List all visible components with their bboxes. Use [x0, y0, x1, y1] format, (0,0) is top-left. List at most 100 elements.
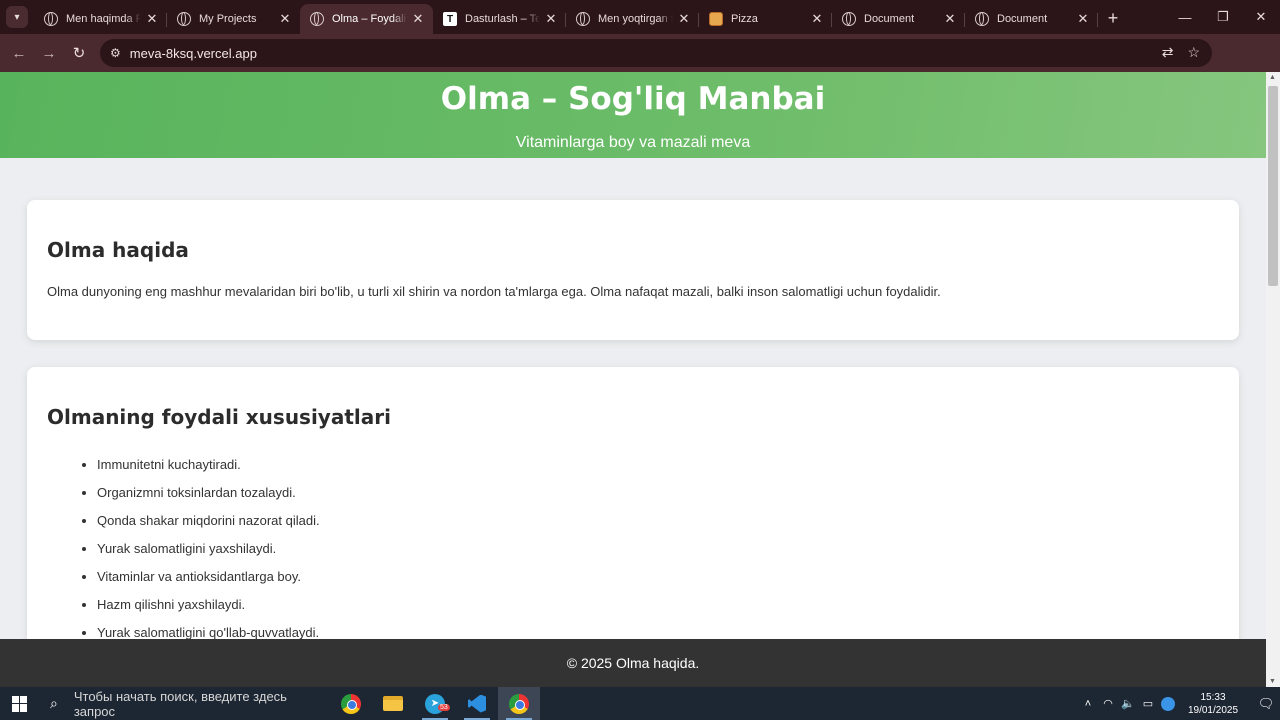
chrome-icon	[341, 693, 361, 714]
globe-icon	[975, 12, 989, 26]
tab-1[interactable]: My Projects ✕	[167, 4, 300, 34]
battery-icon[interactable]: ▭	[1138, 697, 1158, 710]
list-item: Hazm qilishni yaxshilaydi.	[97, 591, 1219, 619]
telegram-badge: 53	[438, 704, 450, 711]
footer-text: © 2025 Olma haqida.	[566, 655, 700, 671]
taskbar-search[interactable]: ⌕ Чтобы начать поиск, введите здесь запр…	[40, 687, 330, 720]
translate-icon[interactable]: ⇄	[1162, 44, 1174, 61]
close-icon[interactable]: ✕	[544, 11, 558, 27]
about-text: Olma dunyoning eng mashhur mevalaridan b…	[47, 284, 941, 299]
tab-0[interactable]: Men haqimda Po ✕	[34, 4, 167, 34]
url-text: meva-8ksq.vercel.app	[129, 45, 257, 61]
pizza-icon	[709, 12, 723, 26]
minimize-button[interactable]: —	[1166, 0, 1204, 34]
page-title: Olma – Sog'liq Manbai	[440, 81, 826, 117]
benefits-list: Immunitetni kuchaytiradi. Organizmni tok…	[47, 451, 1219, 647]
windows-logo-icon	[12, 695, 28, 712]
tab-title: Pizza	[731, 13, 758, 25]
close-icon[interactable]: ✕	[810, 11, 824, 27]
globe-icon	[842, 12, 856, 26]
globe-icon	[177, 12, 191, 26]
restore-icon: ❐	[1217, 9, 1229, 24]
close-window-button[interactable]: ✕	[1242, 0, 1280, 34]
tab-6[interactable]: Document ✕	[832, 4, 965, 34]
tab-3[interactable]: T Dasturlash – Tele ✕	[433, 4, 566, 34]
folder-icon	[383, 696, 403, 711]
reload-icon: ↻	[72, 45, 86, 62]
tab-title: Document	[997, 13, 1048, 25]
close-icon[interactable]: ✕	[411, 11, 425, 27]
window-controls: — ❐ ✕	[1166, 0, 1280, 34]
hero-header: Olma – Sog'liq Manbai Vitaminlarga boy v…	[0, 72, 1266, 158]
search-placeholder: Чтобы начать поиск, введите здесь запрос	[73, 688, 287, 719]
globe-icon	[576, 12, 590, 26]
list-item: Organizmni toksinlardan tozalaydi.	[97, 479, 1219, 507]
site-settings-icon[interactable]: ⚙	[110, 46, 121, 60]
tab-title: Men yoqtirgan fi	[598, 13, 673, 25]
address-bar-actions: ⇄ ☆	[1162, 44, 1200, 61]
chrome-icon	[509, 693, 529, 714]
tab-4[interactable]: Men yoqtirgan fi ✕	[566, 4, 699, 34]
system-tray: ˄ ◠ 🔈 ▭ 15:33 19/01/2025 🗨	[1078, 687, 1280, 720]
page-viewport: Olma – Sog'liq Manbai Vitaminlarga boy v…	[0, 72, 1266, 687]
benefits-card: Olmaning foydali xususiyatlari Immunitet…	[27, 367, 1239, 667]
plus-icon: +	[1107, 7, 1119, 28]
page-footer: © 2025 Olma haqida.	[0, 639, 1266, 687]
tab-title: My Projects	[199, 13, 257, 25]
notification-icon[interactable]: 🗨	[1252, 696, 1280, 712]
chevron-down-icon: ▾	[14, 11, 20, 23]
list-item: Vitaminlar va antioksidantlarga boy.	[97, 563, 1219, 591]
t-logo-icon: T	[443, 12, 457, 26]
new-tab-button[interactable]: +	[1098, 3, 1128, 33]
arrow-right-icon: →	[41, 44, 57, 62]
scroll-down-icon[interactable]: ▼	[1269, 678, 1276, 685]
page-scrollbar[interactable]: ▲ ▼	[1266, 72, 1280, 687]
tab-strip: ▾ Men haqimda Po ✕ My Projects ✕ Olma – …	[0, 0, 1280, 34]
taskbar-chrome[interactable]	[330, 687, 372, 720]
arrow-left-icon: ←	[11, 44, 27, 62]
about-card: Olma haqida Olma dunyoning eng mashhur m…	[27, 200, 1239, 340]
onedrive-icon[interactable]	[1161, 696, 1175, 711]
tab-title: Olma – Foydali M	[332, 13, 407, 25]
forward-button[interactable]: →	[34, 38, 64, 68]
restore-button[interactable]: ❐	[1204, 0, 1242, 34]
close-icon: ✕	[1255, 9, 1267, 24]
globe-icon	[310, 12, 324, 26]
about-heading: Olma haqida	[47, 238, 189, 262]
vscode-icon	[468, 694, 486, 713]
minimize-icon: —	[1178, 9, 1192, 25]
close-icon[interactable]: ✕	[677, 11, 691, 27]
taskbar-telegram[interactable]: ➤ 53	[414, 687, 456, 720]
close-icon[interactable]: ✕	[1076, 11, 1090, 27]
tab-7[interactable]: Document ✕	[965, 4, 1098, 34]
taskbar-vscode[interactable]	[456, 687, 498, 720]
benefits-heading: Olmaning foydali xususiyatlari	[47, 405, 391, 429]
scroll-up-icon[interactable]: ▲	[1269, 74, 1276, 81]
tab-search-button[interactable]: ▾	[6, 6, 28, 28]
list-item: Yurak salomatligini yaxshilaydi.	[97, 535, 1219, 563]
tab-5[interactable]: Pizza ✕	[699, 4, 832, 34]
clock-time: 15:33	[1200, 691, 1226, 703]
clock[interactable]: 15:33 19/01/2025	[1182, 691, 1244, 717]
chevron-up-icon[interactable]: ˄	[1078, 698, 1098, 710]
close-icon[interactable]: ✕	[943, 11, 957, 27]
reload-button[interactable]: ↻	[64, 38, 94, 68]
scroll-thumb[interactable]	[1268, 86, 1278, 286]
browser-toolbar: ← → ↻ ⚙ meva-8ksq.vercel.app ⇄ ☆ A ⋮	[0, 34, 1280, 96]
wifi-icon[interactable]: ◠	[1098, 697, 1118, 710]
tab-title: Men haqimda Po	[66, 13, 141, 25]
page-subtitle: Vitaminlarga boy va mazali meva	[515, 134, 751, 151]
list-item: Immunitetni kuchaytiradi.	[97, 451, 1219, 479]
bookmark-star-icon[interactable]: ☆	[1187, 44, 1200, 61]
close-icon[interactable]: ✕	[278, 11, 292, 27]
start-button[interactable]	[0, 687, 40, 720]
search-icon: ⌕	[50, 695, 58, 711]
address-bar[interactable]: ⚙ meva-8ksq.vercel.app ⇄ ☆	[100, 39, 1212, 67]
taskbar-chrome-profile[interactable]	[498, 687, 540, 720]
back-button[interactable]: ←	[4, 38, 34, 68]
tab-2-active[interactable]: Olma – Foydali M ✕	[300, 4, 433, 34]
taskbar-file-explorer[interactable]	[372, 687, 414, 720]
close-icon[interactable]: ✕	[145, 11, 159, 27]
clock-date: 19/01/2025	[1187, 704, 1239, 716]
speaker-icon[interactable]: 🔈	[1118, 697, 1138, 710]
